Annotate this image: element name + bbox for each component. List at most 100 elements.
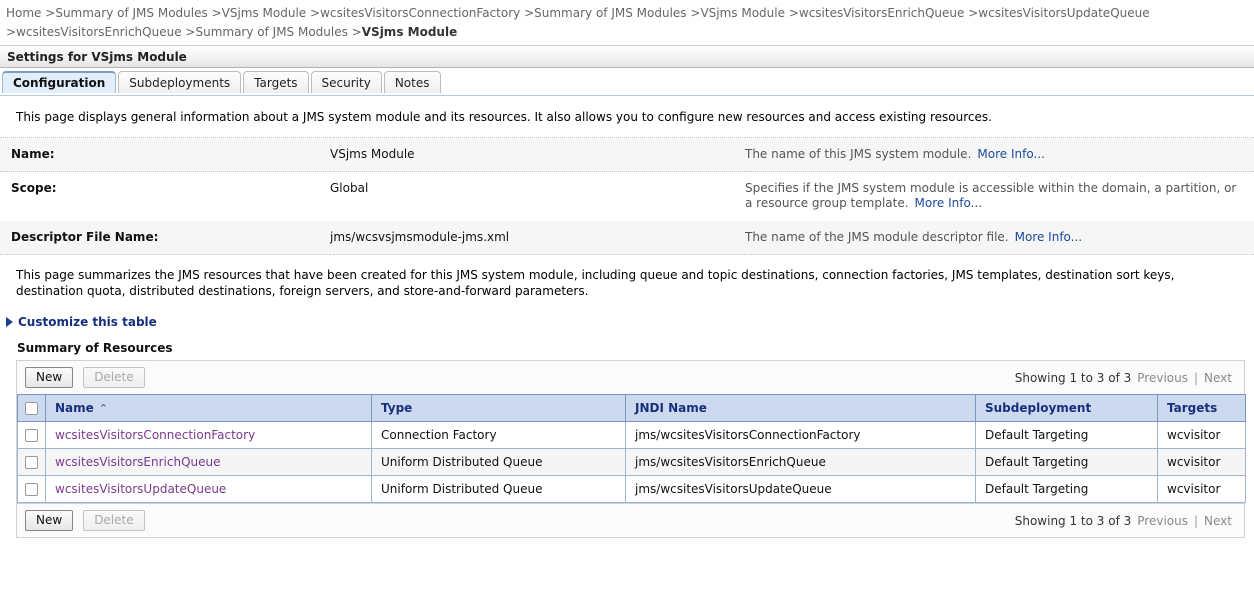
row-checkbox[interactable] bbox=[25, 483, 38, 496]
chevron-right-icon bbox=[6, 317, 13, 327]
tab-targets[interactable]: Targets bbox=[243, 71, 309, 93]
row-checkbox[interactable] bbox=[25, 429, 38, 442]
column-header-label: Name bbox=[55, 401, 94, 415]
cell-name: wcsitesVisitorsEnrichQueue bbox=[45, 448, 372, 476]
column-header-label: Subdeployment bbox=[985, 401, 1092, 415]
resource-name-link[interactable]: wcsitesVisitorsEnrichQueue bbox=[55, 455, 221, 469]
next-link-bottom[interactable]: Next bbox=[1204, 514, 1232, 528]
breadcrumb-link[interactable]: Summary of JMS Modules bbox=[55, 6, 207, 20]
cell-name: wcsitesVisitorsConnectionFactory bbox=[45, 421, 372, 449]
breadcrumb-current: VSjms Module bbox=[361, 25, 458, 39]
cell-subdeployment: Default Targeting bbox=[975, 421, 1158, 449]
tab-notes[interactable]: Notes bbox=[383, 71, 441, 93]
table-header-row: Name ⌃ Type JNDI Name Subdeployment Targets bbox=[17, 394, 1246, 422]
resources-table: Name ⌃ Type JNDI Name Subdeployment Targets w… bbox=[17, 394, 1246, 503]
property-description: Specifies if the JMS system module is ac… bbox=[745, 171, 1254, 221]
more-info-link[interactable]: More Info... bbox=[1015, 230, 1083, 244]
customize-this-table-label: Customize this table bbox=[18, 315, 157, 329]
tab-configuration[interactable]: Configuration bbox=[2, 71, 117, 93]
more-info-link[interactable]: More Info... bbox=[915, 196, 983, 210]
breadcrumb-link[interactable]: Summary of JMS Modules bbox=[534, 6, 686, 20]
sort-ascending-icon: ⌃ bbox=[98, 402, 109, 415]
breadcrumb-separator: > bbox=[45, 6, 56, 20]
breadcrumb-separator: > bbox=[185, 25, 196, 39]
breadcrumb-link[interactable]: VSjms Module bbox=[700, 6, 785, 20]
paging-bottom: Showing 1 to 3 of 3 Previous | Next bbox=[1015, 514, 1236, 528]
tab-label: Security bbox=[321, 75, 371, 90]
breadcrumb-separator: > bbox=[6, 25, 17, 39]
section-title: Summary of Resources bbox=[17, 341, 173, 355]
breadcrumb-link[interactable]: wcsitesVisitorsConnectionFactory bbox=[320, 6, 520, 20]
cell-subdeployment: Default Targeting bbox=[975, 475, 1158, 503]
column-header-name[interactable]: Name ⌃ bbox=[45, 394, 372, 422]
column-header-targets[interactable]: Targets bbox=[1157, 394, 1246, 422]
row-select-cell bbox=[17, 421, 46, 449]
cell-name: wcsitesVisitorsUpdateQueue bbox=[45, 475, 372, 503]
breadcrumb-link[interactable]: wcsitesVisitorsUpdateQueue bbox=[978, 6, 1149, 20]
cell-subdeployment: Default Targeting bbox=[975, 448, 1158, 476]
breadcrumb-separator: > bbox=[968, 6, 979, 20]
table-row: wcsitesVisitorsUpdateQueue Uniform Distri… bbox=[17, 475, 1246, 503]
cell-jndi-name: jms/wcsitesVisitorsEnrichQueue bbox=[625, 448, 976, 476]
delete-button-bottom[interactable]: Delete bbox=[83, 510, 145, 531]
column-header-label: Targets bbox=[1167, 401, 1218, 415]
breadcrumb-separator: > bbox=[690, 6, 701, 20]
resource-name-link[interactable]: wcsitesVisitorsUpdateQueue bbox=[55, 482, 226, 496]
tab-label: Configuration bbox=[13, 76, 106, 90]
tab-strip: Configuration Subdeployments Targets Securi… bbox=[0, 68, 1254, 95]
paging-separator-top: | bbox=[1193, 370, 1199, 385]
customize-this-table-toggle[interactable]: Customize this table bbox=[0, 309, 1254, 333]
previous-link-bottom[interactable]: Previous bbox=[1137, 514, 1188, 528]
main-content: This page displays general information a… bbox=[0, 96, 1254, 538]
breadcrumb-separator: > bbox=[211, 6, 222, 20]
cell-jndi-name: jms/wcsitesVisitorsConnectionFactory bbox=[625, 421, 976, 449]
paging-showing-top: Showing 1 to 3 of 3 bbox=[1014, 370, 1132, 385]
new-button-top[interactable]: New bbox=[25, 367, 74, 388]
previous-link-top[interactable]: Previous bbox=[1137, 371, 1188, 385]
breadcrumb-separator: > bbox=[310, 6, 321, 20]
resource-name-link[interactable]: wcsitesVisitorsConnectionFactory bbox=[55, 428, 255, 442]
select-all-checkbox[interactable] bbox=[25, 402, 38, 415]
breadcrumb-link[interactable]: wcsitesVisitorsEnrichQueue bbox=[16, 25, 182, 39]
row-checkbox[interactable] bbox=[25, 456, 38, 469]
breadcrumb-link[interactable]: Summary of JMS Modules bbox=[195, 25, 347, 39]
property-label: Name: bbox=[0, 137, 330, 172]
breadcrumb-link[interactable]: Home bbox=[6, 6, 41, 20]
cell-targets: wcvisitor bbox=[1157, 448, 1246, 476]
page-title: Settings for VSjms Module bbox=[0, 45, 1254, 68]
tab-label: Subdeployments bbox=[129, 75, 231, 90]
column-header-type[interactable]: Type bbox=[371, 394, 626, 422]
property-description: The name of the JMS module descriptor fi… bbox=[745, 220, 1254, 255]
tab-label: Targets bbox=[254, 75, 298, 90]
cell-type: Uniform Distributed Queue bbox=[371, 475, 626, 503]
breadcrumb: Home >Summary of JMS Modules >VSjms Modu… bbox=[0, 0, 1254, 45]
row-select-cell bbox=[17, 448, 46, 476]
next-link-top[interactable]: Next bbox=[1204, 371, 1232, 385]
column-header-subdeployment[interactable]: Subdeployment bbox=[975, 394, 1158, 422]
table-toolbar-top: New Delete Showing 1 to 3 of 3 Previous … bbox=[17, 361, 1244, 394]
resources-panel: New Delete Showing 1 to 3 of 3 Previous … bbox=[16, 360, 1246, 538]
property-description-text: The name of the JMS module descriptor fi… bbox=[745, 230, 1009, 244]
property-row: Name: VSjms Module The name of this JMS sy… bbox=[0, 137, 1254, 172]
cell-targets: wcvisitor bbox=[1157, 475, 1246, 503]
property-label: Descriptor File Name: bbox=[0, 220, 330, 255]
property-row: Descriptor File Name: jms/wcsvsjmsmodule-… bbox=[0, 220, 1254, 255]
cell-targets: wcvisitor bbox=[1157, 421, 1246, 449]
paging-separator-bottom: | bbox=[1193, 513, 1199, 528]
delete-button-top[interactable]: Delete bbox=[83, 367, 145, 388]
property-value: Global bbox=[330, 171, 745, 221]
cell-type: Connection Factory bbox=[371, 421, 626, 449]
breadcrumb-separator: > bbox=[524, 6, 535, 20]
property-value: jms/wcsvsjmsmodule-jms.xml bbox=[330, 220, 745, 255]
cell-jndi-name: jms/wcsitesVisitorsUpdateQueue bbox=[625, 475, 976, 503]
column-header-jndi-name[interactable]: JNDI Name bbox=[625, 394, 976, 422]
breadcrumb-link[interactable]: wcsitesVisitorsEnrichQueue bbox=[799, 6, 965, 20]
summary-paragraph: This page summarizes the JMS resources t… bbox=[16, 268, 1175, 298]
table-row: wcsitesVisitorsEnrichQueue Uniform Distri… bbox=[17, 448, 1246, 476]
more-info-link[interactable]: More Info... bbox=[977, 147, 1045, 161]
page-title-text: Settings for VSjms Module bbox=[7, 49, 187, 64]
tab-security[interactable]: Security bbox=[310, 71, 382, 93]
tab-subdeployments[interactable]: Subdeployments bbox=[118, 71, 242, 93]
new-button-bottom[interactable]: New bbox=[25, 510, 74, 531]
breadcrumb-link[interactable]: VSjms Module bbox=[222, 6, 307, 20]
